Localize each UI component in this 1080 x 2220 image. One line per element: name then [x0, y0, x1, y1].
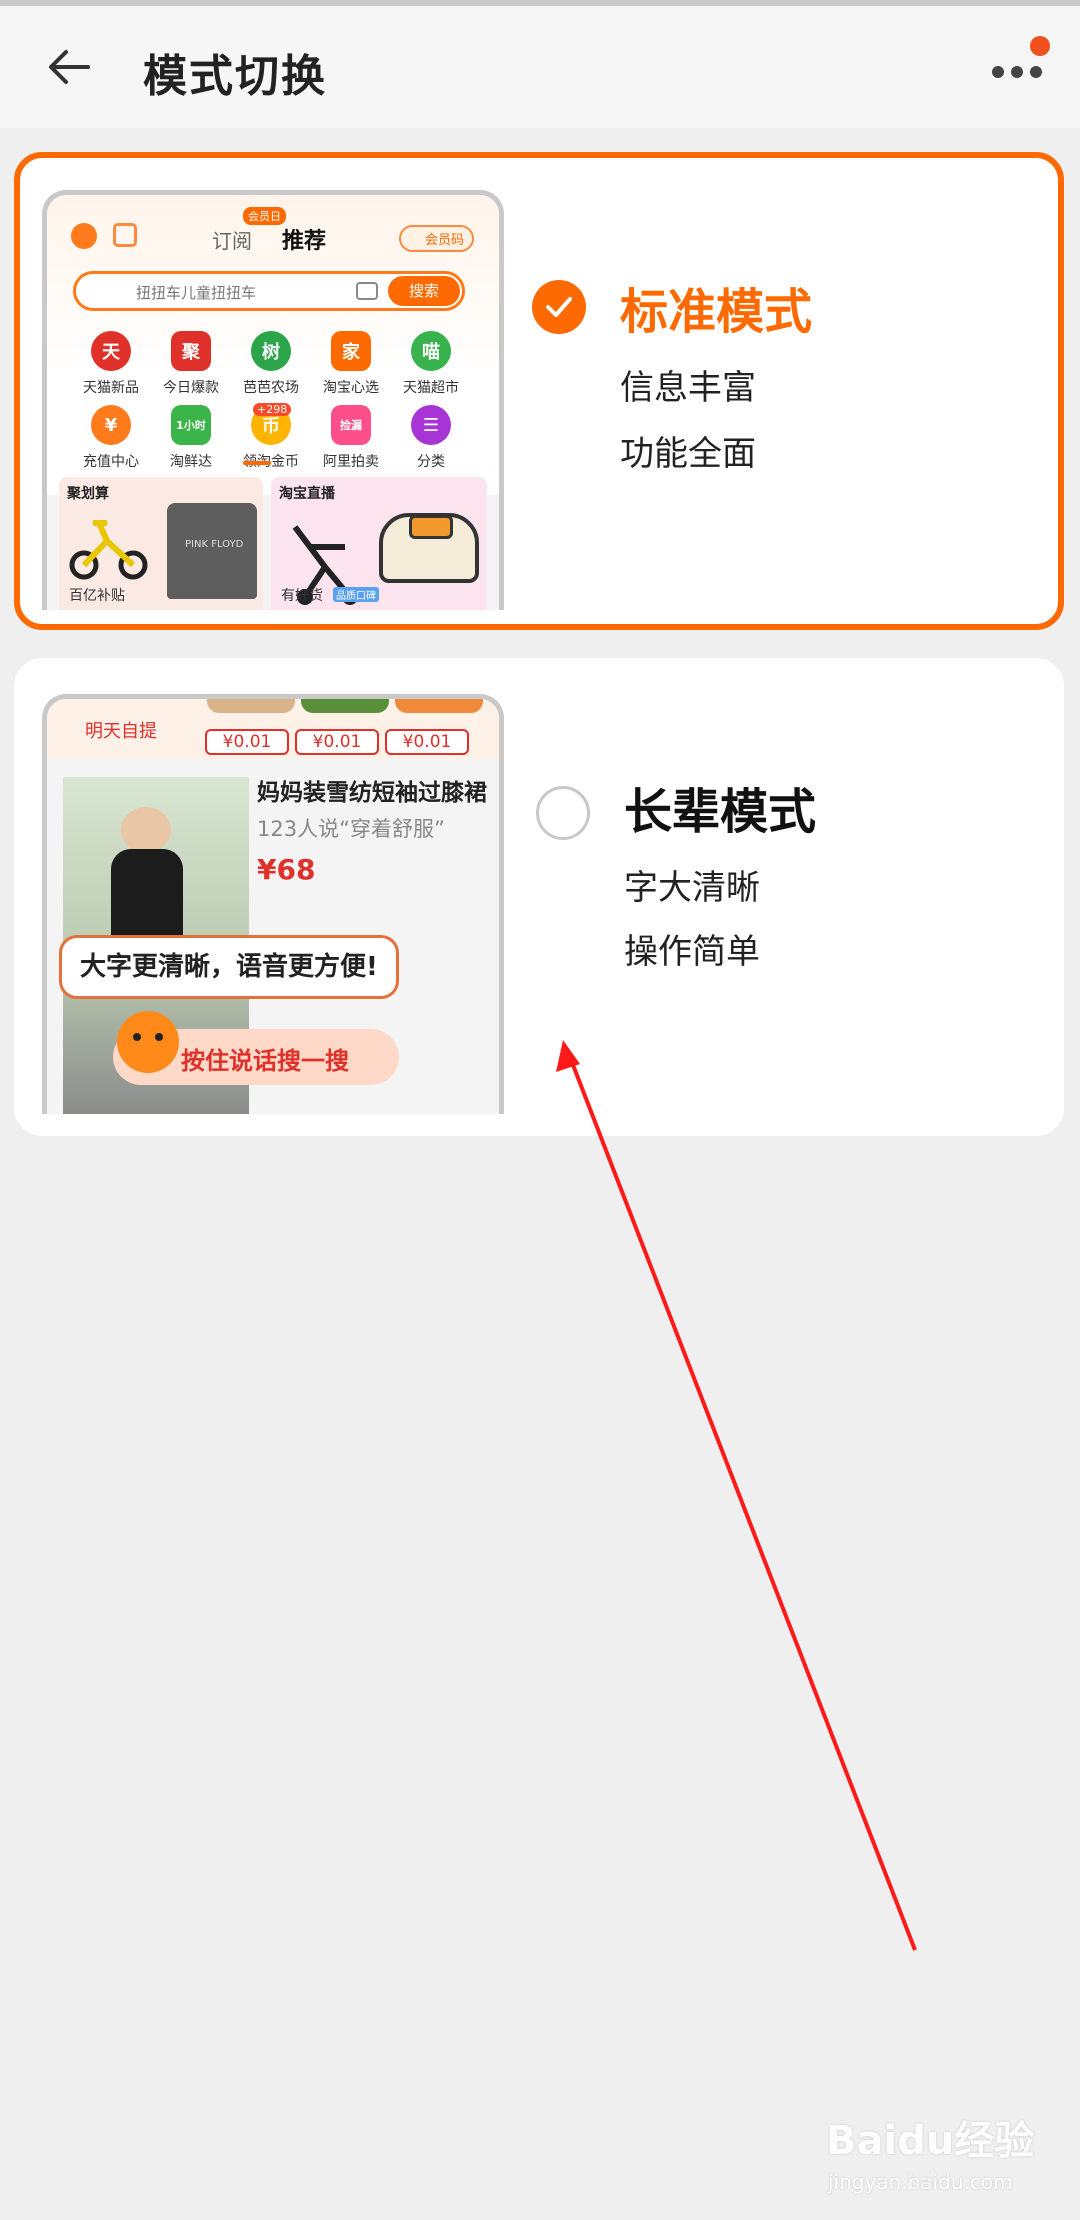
product-price: ¥68 — [257, 853, 316, 886]
tricycle-icon — [69, 520, 148, 580]
mode-desc-line: 操作简单 — [624, 932, 760, 972]
dot-icon — [1030, 66, 1042, 78]
notification-badge — [1030, 36, 1050, 56]
grid-label: 阿里拍卖 — [323, 454, 379, 470]
product-title: 妈妈装雪纺短袖过膝裙 — [257, 780, 487, 806]
page-indicator — [243, 461, 271, 465]
tshirt-print: PINK FLOYD — [185, 539, 244, 550]
quality-tag: 品质口碑 — [333, 587, 379, 602]
grid-icon: 树 — [251, 331, 291, 371]
grid-label: 天猫新品 — [83, 380, 139, 396]
grid-icon: ¥ — [91, 405, 131, 445]
grid-icon: 捡漏 — [331, 405, 371, 445]
selected-radio[interactable] — [532, 280, 586, 334]
elder-mode-preview: 明天自提 ¥0.01 ¥0.01 ¥0.01 妈妈装雪纺短袖过膝裙 123人说“… — [42, 694, 504, 1114]
section-label: 百亿补贴 — [69, 588, 125, 604]
grid-label: 淘鲜达 — [170, 454, 212, 470]
grid-label: 芭芭农场 — [243, 380, 299, 396]
mode-desc-line: 字大清晰 — [624, 868, 760, 908]
checkmark-icon — [546, 297, 572, 317]
arrow-left-icon — [49, 50, 90, 84]
back-button[interactable] — [40, 34, 102, 96]
section-label: 有好货 — [281, 588, 323, 604]
tab-recommend: 推荐 — [282, 229, 327, 254]
grid-label: 淘宝心选 — [323, 380, 379, 396]
mode-title: 标准模式 — [620, 284, 813, 340]
mode-desc-line: 功能全面 — [620, 434, 756, 474]
member-code-chip: 会员码 — [399, 225, 475, 252]
grid-label: 天猫超市 — [403, 380, 459, 396]
watermark-url: jingyan.baidu.com — [828, 2170, 1013, 2194]
grid-icon: 天 — [91, 331, 131, 371]
tab-subscribe: 订阅 — [212, 229, 252, 253]
section-title: 聚划算 — [67, 486, 109, 502]
grid-icon: 家 — [331, 331, 371, 371]
price-chip: ¥0.01 — [205, 729, 289, 755]
price-chip: ¥0.01 — [385, 729, 469, 755]
grid-icon: 喵 — [411, 331, 451, 371]
eggs-image — [207, 699, 295, 713]
voice-button-label: 按住说话搜一搜 — [181, 1047, 349, 1075]
mode-desc-line: 信息丰富 — [620, 368, 756, 408]
camera-icon — [356, 282, 378, 300]
grid-icon: 1小时 — [171, 405, 211, 445]
grid-icon: ☰ — [411, 405, 451, 445]
page-title: 模式切换 — [143, 51, 327, 102]
mascot-icon — [117, 1011, 179, 1073]
watermark-logo: Baidu经验 — [826, 2118, 1035, 2164]
preview-search-bar: 扭扭车儿童扭扭车 搜索 — [73, 271, 465, 311]
greens-image — [301, 699, 389, 713]
grid-icon: 聚 — [171, 331, 211, 371]
pickup-label: 明天自提 — [85, 721, 157, 742]
dot-icon — [992, 66, 1004, 78]
coin-badge: +298 — [253, 403, 292, 416]
app-header: 模式切换 — [0, 6, 1080, 128]
standard-mode-preview: 订阅 会员日 推荐 会员码 扭扭车儿童扭扭车 搜索 天天猫新品 聚今日爆款 树芭芭农… — [42, 190, 504, 610]
grid-label: 分类 — [417, 454, 445, 470]
fruit-image — [395, 699, 483, 713]
grid-label: 今日爆款 — [163, 380, 219, 396]
search-placeholder: 扭扭车儿童扭扭车 — [136, 284, 257, 302]
scan-icon — [113, 223, 137, 247]
more-options-button[interactable] — [982, 36, 1052, 96]
search-button-preview: 搜索 — [388, 276, 460, 306]
mode-card-standard[interactable]: 订阅 会员日 推荐 会员码 扭扭车儿童扭扭车 搜索 天天猫新品 聚今日爆款 树芭芭农… — [14, 152, 1064, 630]
tshirt-image: PINK FLOYD — [167, 503, 257, 599]
price-chip: ¥0.01 — [295, 729, 379, 755]
voice-tip-bubble: 大字更清晰，语音更方便! — [59, 935, 399, 999]
bag-image — [379, 513, 479, 583]
unselected-radio[interactable] — [536, 786, 590, 840]
mode-card-elder[interactable]: 明天自提 ¥0.01 ¥0.01 ¥0.01 妈妈装雪纺短袖过膝裙 123人说“… — [14, 658, 1064, 1136]
dot-icon — [1011, 66, 1023, 78]
product-comment: 123人说“穿着舒服” — [257, 817, 445, 841]
section-title: 淘宝直播 — [279, 486, 335, 502]
member-day-badge: 会员日 — [243, 207, 286, 225]
avatar-icon — [71, 223, 97, 249]
mode-title: 长辈模式 — [624, 784, 817, 840]
grid-label: 充值中心 — [83, 454, 139, 470]
